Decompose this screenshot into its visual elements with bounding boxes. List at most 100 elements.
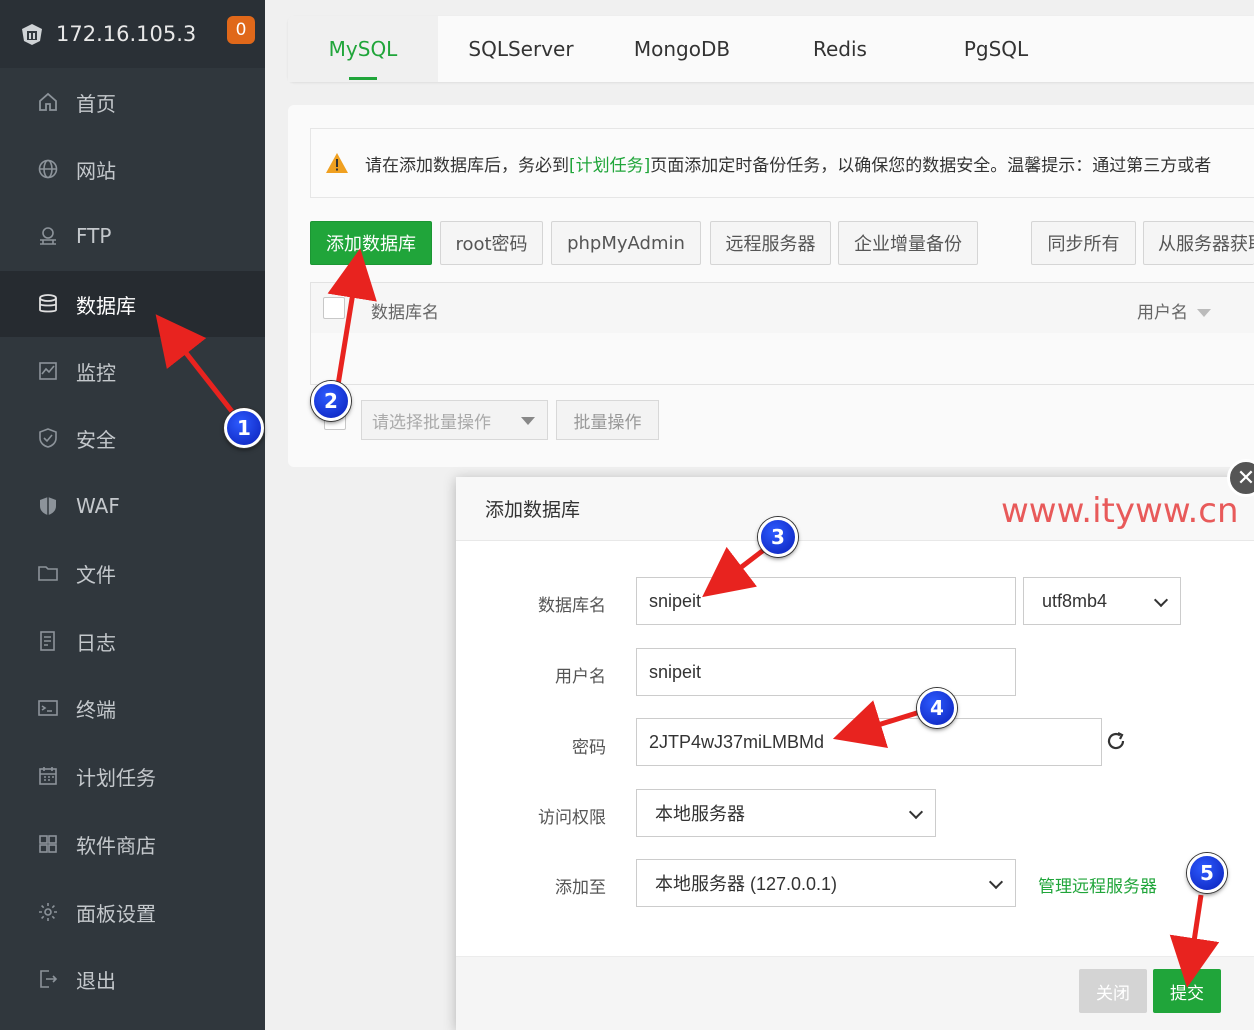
sidebar-item-files[interactable]: 文件 (0, 540, 265, 606)
sidebar-item-label: 文件 (76, 562, 116, 587)
sidebar-item-label: WAF (76, 494, 120, 518)
db-type-tabs: MySQL SQLServer MongoDB Redis PgSQL (288, 16, 1254, 82)
step-marker-1: 1 (224, 408, 264, 448)
chevron-down-icon (521, 417, 535, 425)
column-db-name: 数据库名 (371, 303, 439, 323)
add-to-label: 添加至 (555, 878, 606, 898)
database-icon (36, 292, 60, 316)
sidebar-item-logs[interactable]: 日志 (0, 608, 265, 674)
add-to-value: 本地服务器 (127.0.0.1) (655, 874, 838, 894)
dialog-footer: 关闭 提交 (456, 956, 1254, 1030)
sidebar-item-app-store[interactable]: 软件商店 (0, 811, 265, 877)
sidebar-item-website[interactable]: 网站 (0, 136, 265, 202)
tab-mysql[interactable]: MySQL (288, 16, 438, 82)
step-marker-5: 5 (1187, 853, 1227, 893)
batch-select-placeholder: 请选择批量操作 (372, 412, 491, 433)
password-input[interactable]: 2JTP4wJ37miLMBMd (636, 718, 1102, 766)
sidebar-item-database[interactable]: 数据库 (0, 271, 265, 337)
sidebar-item-ftp[interactable]: FTP (0, 203, 265, 269)
tab-label: MySQL (328, 37, 398, 61)
notification-badge[interactable]: 0 (227, 16, 255, 44)
sidebar-item-logout[interactable]: 退出 (0, 946, 265, 1012)
tab-pgsql[interactable]: PgSQL (920, 16, 1072, 82)
sidebar-item-label: 网站 (76, 158, 116, 183)
notice-text-before: 请在添加数据库后，务必到 (365, 155, 569, 176)
dialog-title: 添加数据库 (485, 499, 581, 521)
sidebar-item-label: 面板设置 (76, 901, 156, 926)
watermark-text: www.ityww.cn (1001, 491, 1239, 531)
fetch-from-server-button[interactable]: 从服务器获取 (1143, 221, 1254, 265)
calendar-icon (36, 764, 60, 788)
enterprise-backup-button[interactable]: 企业增量备份 (838, 221, 978, 265)
sync-all-button[interactable]: 同步所有 (1031, 221, 1136, 265)
refresh-password-icon[interactable] (1105, 730, 1127, 752)
sidebar-item-label: 终端 (76, 697, 116, 722)
root-password-button[interactable]: root密码 (440, 221, 543, 265)
chevron-down-icon (908, 804, 924, 820)
cron-task-link[interactable]: [计划任务] (569, 151, 650, 176)
password-value: 2JTP4wJ37miLMBMd (649, 731, 825, 752)
step-marker-4: 4 (917, 688, 957, 728)
sidebar-item-terminal[interactable]: 终端 (0, 675, 265, 741)
sidebar-item-label: 日志 (76, 630, 116, 655)
submit-button[interactable]: 提交 (1153, 969, 1221, 1013)
warning-icon (326, 153, 348, 173)
sidebar-item-settings[interactable]: 面板设置 (0, 879, 265, 945)
active-tab-indicator (349, 77, 377, 80)
access-value: 本地服务器 (655, 804, 745, 824)
server-ip: 172.16.105.3 (56, 22, 197, 46)
home-icon (36, 90, 60, 114)
username-input[interactable]: snipeit (636, 648, 1016, 696)
waf-icon (36, 494, 60, 518)
sidebar-header: 172.16.105.3 0 (0, 0, 265, 68)
sidebar-item-home[interactable]: 首页 (0, 69, 265, 135)
username-value: snipeit (649, 661, 702, 682)
tab-label: MongoDB (633, 37, 731, 61)
monitor-icon (36, 359, 60, 383)
folder-icon (36, 561, 60, 585)
column-username[interactable]: 用户名 (1137, 298, 1212, 323)
database-panel: 请在添加数据库后，务必到 [计划任务] 页面添加定时备份任务，以确保您的数据安全。温… (288, 105, 1254, 467)
globe-icon (36, 157, 60, 181)
sidebar-item-monitor[interactable]: 监控 (0, 338, 265, 404)
step-marker-2: 2 (311, 381, 351, 421)
access-select[interactable]: 本地服务器 (636, 789, 936, 837)
remote-server-button[interactable]: 远程服务器 (710, 221, 831, 265)
close-button[interactable]: 关闭 (1079, 969, 1147, 1013)
sidebar-item-security[interactable]: 安全 (0, 405, 265, 471)
tab-redis[interactable]: Redis (760, 16, 920, 82)
database-table-header: 数据库名 用户名 (310, 282, 1254, 334)
username-label: 用户名 (555, 667, 606, 687)
access-label: 访问权限 (538, 808, 606, 828)
notice-text-after: 页面添加定时备份任务，以确保您的数据安全。温馨提示：通过第三方或者 (650, 155, 1212, 176)
tab-label: SQLServer (468, 37, 574, 61)
db-name-value: snipeit (649, 590, 702, 611)
sidebar-item-label: 监控 (76, 360, 116, 385)
backup-notice: 请在添加数据库后，务必到 [计划任务] 页面添加定时备份任务，以确保您的数据安全。温… (310, 128, 1254, 198)
batch-operation-select[interactable]: 请选择批量操作 (361, 400, 548, 440)
password-label: 密码 (572, 738, 606, 758)
add-database-button[interactable]: 添加数据库 (310, 221, 432, 265)
column-username-label: 用户名 (1137, 303, 1188, 323)
add-to-select[interactable]: 本地服务器 (127.0.0.1) (636, 859, 1016, 907)
ftp-icon (36, 224, 60, 248)
manage-remote-server-link[interactable]: 管理远程服务器 (1038, 872, 1157, 897)
charset-select[interactable]: utf8mb4 (1023, 577, 1181, 625)
database-table-body (310, 333, 1254, 385)
batch-operation-button[interactable]: 批量操作 (556, 400, 659, 440)
tab-sqlserver[interactable]: SQLServer (438, 16, 604, 82)
chevron-down-icon (1153, 592, 1169, 608)
step-marker-3: 3 (758, 517, 798, 557)
sidebar-item-waf[interactable]: WAF (0, 473, 265, 539)
select-all-checkbox[interactable] (323, 297, 345, 319)
tab-label: PgSQL (963, 37, 1029, 61)
sidebar-item-label: 软件商店 (76, 833, 156, 858)
add-database-dialog: 添加数据库 www.ityww.cn 数据库名 snipeit utf8mb4 … (456, 477, 1254, 1030)
shield-icon (36, 426, 60, 450)
sidebar-item-label: 首页 (76, 91, 116, 116)
sidebar-item-cron[interactable]: 计划任务 (0, 743, 265, 809)
log-icon (36, 629, 60, 653)
tab-mongodb[interactable]: MongoDB (604, 16, 760, 82)
db-name-input[interactable]: snipeit (636, 577, 1016, 625)
phpmyadmin-button[interactable]: phpMyAdmin (551, 221, 701, 265)
